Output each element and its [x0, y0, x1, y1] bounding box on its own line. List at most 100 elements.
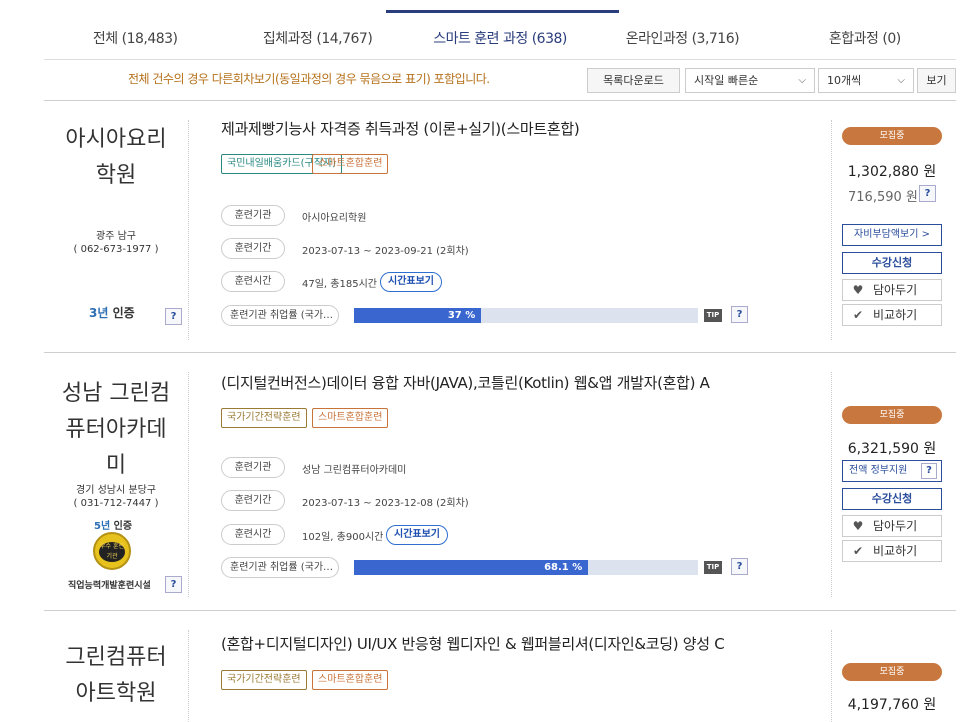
compare-label: 비교하기 [873, 308, 918, 322]
course-row: 성남 그린컴 퓨터아카데 미 경기 성남시 분당구 ( 031-712-7447… [44, 352, 956, 610]
cert-years: 5년 [94, 521, 111, 532]
label-employment[interactable]: 훈련기관 취업률 (국가… [221, 305, 339, 326]
question-icon[interactable]: ? [731, 558, 748, 575]
count-notice: 전체 건수의 경우 다른회차보기(동일과정의 경우 묶음으로 표기) 포함입니다… [128, 72, 490, 86]
employment-rate-bar: 37 % [354, 308, 698, 323]
tip-icon[interactable]: TIP [704, 309, 722, 322]
status-badge: 모집중 [842, 406, 942, 424]
label-period: 훈련기간 [221, 490, 285, 511]
tab-mixed[interactable]: 혼합과정 (0) [774, 12, 956, 59]
cert-text: 인증 [113, 521, 133, 532]
facility-label: 직업능력개발훈련시설 [68, 581, 151, 591]
tag-smart: 스마트혼합훈련 [312, 670, 389, 690]
tag-strategic: 국가기간전략훈련 [221, 408, 307, 428]
course-price: 4,197,760 원 [847, 697, 937, 713]
column-divider [831, 630, 832, 722]
wish-button[interactable]: ♥ 담아두기 [842, 279, 942, 301]
label-org: 훈련기관 [221, 457, 285, 478]
question-icon[interactable]: ? [919, 185, 936, 202]
apply-button[interactable]: 수강신청 [842, 488, 942, 510]
tag-smart: 스마트혼합훈련 [312, 154, 389, 174]
column-divider [188, 372, 189, 597]
status-badge: 모집중 [842, 663, 942, 681]
wish-button[interactable]: ♥ 담아두기 [842, 515, 942, 537]
question-icon[interactable]: ? [165, 576, 182, 593]
column-divider [188, 120, 189, 340]
page-size-select-value: 10개씩 [827, 74, 862, 87]
course-price: 6,321,590 원 [847, 441, 937, 457]
apply-button[interactable]: 수강신청 [842, 252, 942, 274]
compare-button[interactable]: ✔ 비교하기 [842, 304, 942, 326]
institution-info: 아시아요리 학원 광주 남구 ( 062-673-1977 ) [44, 122, 188, 256]
course-period: 2023-07-13 ~ 2023-12-08 (2회차) [302, 498, 469, 509]
course-time: 47일, 총185시간 [302, 279, 377, 290]
institution-name[interactable]: 그린컴퓨터 아트학원 [44, 640, 188, 712]
label-time: 훈련시간 [221, 271, 285, 292]
institution-phone: ( 062-673-1977 ) [73, 244, 159, 255]
institution-info: 성남 그린컴 퓨터아카데 미 경기 성남시 분당구 ( 031-712-7447… [44, 376, 188, 510]
compare-label: 비교하기 [873, 544, 918, 558]
sort-select[interactable]: 시작일 빠른순 ⌵ [685, 68, 815, 93]
employment-rate-text: 37 % [447, 310, 476, 321]
course-price: 1,302,880 원 [847, 164, 937, 180]
excellent-org-seal-icon: 우수 훈련기관 [93, 532, 131, 570]
institution-info: 그린컴퓨터 아트학원 [44, 640, 188, 712]
tag-strategic: 국가기간전략훈련 [221, 670, 307, 690]
question-icon[interactable]: ? [731, 306, 748, 323]
compare-button[interactable]: ✔ 비교하기 [842, 540, 942, 562]
institution-name[interactable]: 아시아요리 학원 [44, 122, 188, 194]
institution-name[interactable]: 성남 그린컴 퓨터아카데 미 [44, 376, 188, 484]
wish-label: 담아두기 [873, 283, 918, 297]
seal-text: 우수 훈련기관 [99, 542, 125, 562]
download-list-button[interactable]: 목록다운로드 [587, 68, 680, 93]
institution-location: 경기 성남시 분당구 [76, 485, 156, 496]
self-pay-price: 716,590 원 [848, 190, 918, 205]
tab-group[interactable]: 집체과정 (14,767) [226, 12, 408, 59]
employment-rate-text: 68.1 % [544, 562, 583, 573]
course-title[interactable]: (디지털컨버전스)데이터 융합 자바(JAVA),코틀린(Kotlin) 웹&앱… [221, 372, 710, 393]
self-pay-button[interactable]: 자비부담액보기 > [842, 224, 942, 246]
institution-phone: ( 031-712-7447 ) [73, 498, 159, 509]
course-org: 성남 그린컴퓨터아카데미 [302, 465, 407, 476]
timetable-button[interactable]: 시간표보기 [386, 525, 448, 545]
employment-rate-bar: 68.1 % [354, 560, 698, 575]
employment-rate-fill: 68.1 % [354, 560, 589, 575]
question-icon[interactable]: ? [165, 308, 182, 325]
label-org: 훈련기관 [221, 205, 285, 226]
wish-label: 담아두기 [873, 519, 918, 533]
tip-icon[interactable]: TIP [704, 561, 722, 574]
sort-select-value: 시작일 빠른순 [694, 74, 759, 87]
view-button[interactable]: 보기 [917, 68, 956, 93]
check-icon: ✔ [852, 308, 864, 322]
employment-rate-fill: 37 % [354, 308, 482, 323]
course-title[interactable]: 제과제빵기능사 자격증 취득과정 (이론+실기)(스마트혼합) [221, 118, 580, 139]
course-title[interactable]: (혼합+디지털디자인) UI/UX 반응형 웹디자인 & 웹퍼블리셔(디자인&코… [221, 633, 725, 654]
gov-support-label: 전액 정부지원 [849, 465, 908, 476]
label-employment[interactable]: 훈련기관 취업률 (국가… [221, 557, 339, 578]
cert-text: 인증 [112, 306, 135, 320]
chevron-down-icon: ⌵ [897, 75, 905, 86]
page-size-select[interactable]: 10개씩 ⌵ [818, 68, 914, 93]
check-icon: ✔ [852, 544, 864, 558]
tag-smart: 스마트혼합훈련 [312, 408, 389, 428]
tab-online[interactable]: 온라인과정 (3,716) [591, 12, 773, 59]
tab-smart[interactable]: 스마트 훈련 과정 (638) [409, 12, 591, 59]
course-row: 아시아요리 학원 광주 남구 ( 062-673-1977 ) 3년 인증 ? … [44, 100, 956, 352]
column-divider [831, 372, 832, 597]
certification-label: 5년 인증 [94, 517, 132, 532]
label-period: 훈련기간 [221, 238, 285, 259]
chevron-down-icon: ⌵ [798, 75, 806, 86]
column-divider [188, 630, 189, 722]
column-divider [831, 120, 832, 340]
tab-all[interactable]: 전체 (18,483) [44, 12, 226, 59]
label-time: 훈련시간 [221, 524, 285, 545]
institution-location: 광주 남구 [96, 231, 136, 242]
course-time: 102일, 총900시간 [302, 532, 384, 543]
status-badge: 모집중 [842, 127, 942, 145]
question-icon[interactable]: ? [921, 463, 937, 479]
course-type-tabs: 전체 (18,483) 집체과정 (14,767) 스마트 훈련 과정 (638… [44, 12, 956, 60]
heart-icon: ♥ [852, 283, 864, 297]
cert-years: 3년 [89, 306, 109, 320]
timetable-button[interactable]: 시간표보기 [380, 272, 442, 292]
gov-support-info[interactable]: 전액 정부지원 ? [842, 460, 942, 482]
